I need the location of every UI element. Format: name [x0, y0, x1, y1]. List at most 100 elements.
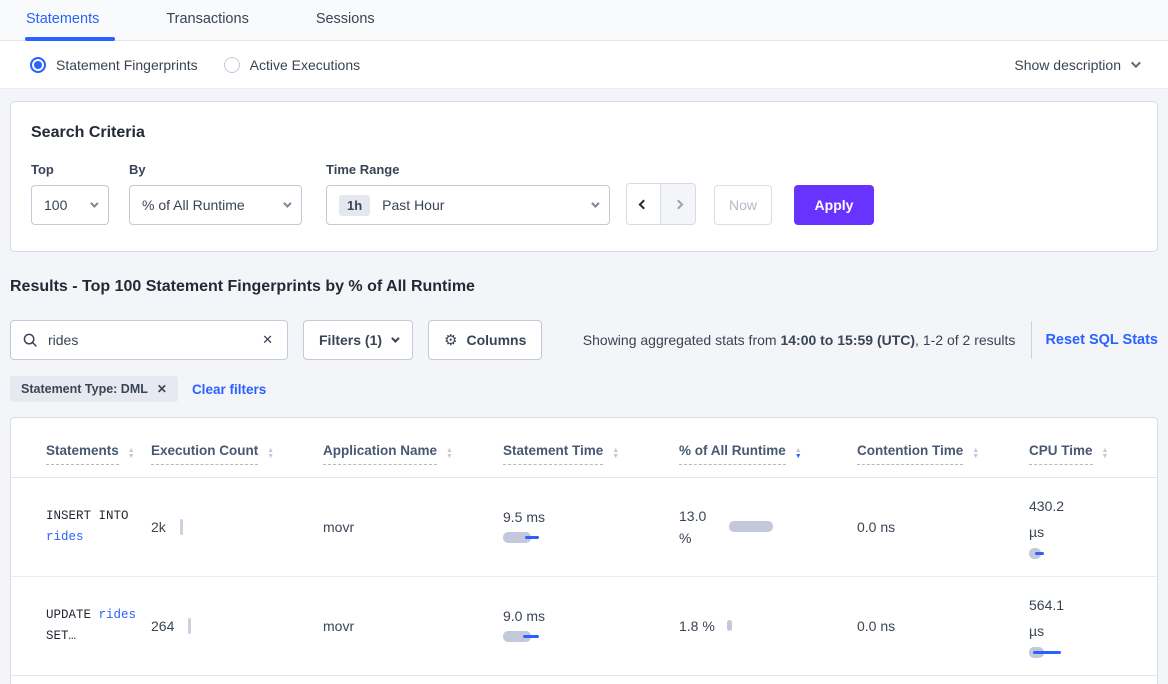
- runtime-pct-cell: 13.0 %: [679, 478, 857, 577]
- statement-time-cell: 9.5 ms: [503, 478, 679, 577]
- reset-sql-stats-link[interactable]: Reset SQL Stats: [1045, 332, 1158, 348]
- filter-pill-label: Statement Type: DML: [21, 382, 148, 396]
- by-select-value: % of All Runtime: [142, 197, 283, 213]
- top-field: Top 100: [31, 162, 109, 225]
- statement-fingerprint-cell: INSERT INTO rides: [11, 478, 151, 577]
- column-header-cpu-time[interactable]: CPU Time▲▼: [1029, 443, 1108, 465]
- runtime-pct-bar: [727, 620, 732, 631]
- search-box: ✕: [10, 320, 288, 360]
- sort-icon: ▲▼: [267, 448, 274, 460]
- column-header-runtime-pct[interactable]: % of All Runtime▲▼: [679, 443, 802, 465]
- cpu-time-cell: 564.1 µs: [1029, 576, 1157, 675]
- execution-count-cell: 264: [151, 618, 315, 634]
- chevron-down-icon: [1131, 58, 1141, 68]
- sort-icon: ▲▼: [128, 448, 135, 460]
- chevron-down-icon: [391, 334, 399, 342]
- table-row: INSERT INTO rides 2k movr 9.5 ms 13.0 % …: [11, 478, 1157, 577]
- tab-sessions[interactable]: Sessions: [316, 0, 375, 40]
- time-range-select[interactable]: 1h Past Hour: [326, 185, 610, 225]
- search-input[interactable]: [48, 332, 260, 348]
- table-row: UPDATE rides SET… 264 movr 9.0 ms 1.8 % …: [11, 576, 1157, 675]
- aggregated-stats-text: Showing aggregated stats from 14:00 to 1…: [583, 332, 1016, 348]
- column-header-statements[interactable]: Statements▲▼: [46, 443, 135, 465]
- search-icon: [23, 333, 38, 348]
- sort-icon: ▲▼: [1102, 448, 1109, 460]
- radio-active-executions[interactable]: Active Executions: [224, 57, 361, 73]
- time-range-field: Time Range 1h Past Hour: [326, 162, 610, 225]
- cpu-time-line: [1035, 552, 1044, 555]
- search-criteria-panel: Search Criteria Top 100 By % of All Runt…: [10, 101, 1158, 252]
- chevron-down-icon: [283, 199, 291, 207]
- view-toggle-bar: Statement Fingerprints Active Executions…: [0, 41, 1168, 89]
- filters-button[interactable]: Filters (1): [303, 320, 413, 360]
- column-header-application-name[interactable]: Application Name▲▼: [323, 443, 453, 465]
- columns-label: Columns: [466, 332, 526, 348]
- statement-fingerprint-cell: UPDATE rides SET…: [11, 576, 151, 675]
- sort-icon: ▲▼: [612, 448, 619, 460]
- execution-count-bar: [188, 618, 191, 634]
- search-criteria-title: Search Criteria: [31, 124, 1137, 142]
- radio-label: Statement Fingerprints: [56, 57, 198, 73]
- filter-pill-statement-type[interactable]: Statement Type: DML ✕: [10, 376, 178, 402]
- execution-count-cell: 2k: [151, 519, 315, 535]
- statement-time-line: [523, 635, 539, 638]
- cpu-time-cell: 430.2 µs: [1029, 478, 1157, 577]
- radio-statement-fingerprints[interactable]: Statement Fingerprints: [30, 57, 198, 73]
- runtime-pct-bar: [729, 521, 773, 532]
- chevron-down-icon: [90, 199, 98, 207]
- apply-button[interactable]: Apply: [794, 185, 874, 225]
- sort-icon: ▲▼: [972, 448, 979, 460]
- top-label: Top: [31, 162, 109, 177]
- divider: [1031, 321, 1032, 359]
- results-controls: ✕ Filters (1) ⚙ Columns Showing aggregat…: [10, 320, 1158, 360]
- show-description-toggle[interactable]: Show description: [1014, 57, 1138, 73]
- statement-link[interactable]: rides: [46, 530, 84, 544]
- chevron-down-icon: [591, 199, 599, 207]
- column-header-execution-count[interactable]: Execution Count▲▼: [151, 443, 274, 465]
- radio-selected-icon: [30, 57, 46, 73]
- chevron-right-icon: [673, 199, 683, 209]
- contention-time-cell: 0.0 ns: [857, 478, 1029, 577]
- statements-table: Statements▲▼ Execution Count▲▼ Applicati…: [11, 418, 1157, 676]
- time-range-badge: 1h: [339, 195, 370, 216]
- statements-table-card: Statements▲▼ Execution Count▲▼ Applicati…: [10, 417, 1158, 684]
- sort-icon-active: ▲▼: [795, 448, 802, 460]
- execution-count-bar: [180, 519, 183, 535]
- by-select[interactable]: % of All Runtime: [129, 185, 302, 225]
- remove-filter-icon[interactable]: ✕: [157, 382, 167, 396]
- tab-statements[interactable]: Statements: [26, 0, 99, 40]
- stats-time-range: 14:00 to 15:59 (UTC): [780, 332, 915, 348]
- cpu-time-line: [1033, 651, 1061, 654]
- filters-label: Filters (1): [319, 332, 382, 348]
- top-select[interactable]: 100: [31, 185, 109, 225]
- previous-time-button[interactable]: [627, 184, 661, 224]
- by-label: By: [129, 162, 302, 177]
- columns-button[interactable]: ⚙ Columns: [428, 320, 542, 360]
- top-select-value: 100: [44, 197, 90, 213]
- clear-search-icon[interactable]: ✕: [260, 332, 275, 348]
- radio-label: Active Executions: [250, 57, 361, 73]
- active-filters-row: Statement Type: DML ✕ Clear filters: [10, 376, 1158, 402]
- time-range-value: Past Hour: [382, 197, 591, 213]
- radio-unselected-icon: [224, 57, 240, 73]
- application-name-cell: movr: [323, 576, 503, 675]
- sort-icon: ▲▼: [446, 448, 453, 460]
- show-description-label: Show description: [1014, 57, 1121, 73]
- by-field: By % of All Runtime: [129, 162, 302, 225]
- gear-icon: ⚙: [444, 331, 457, 349]
- application-name-cell: movr: [323, 478, 503, 577]
- now-button[interactable]: Now: [714, 185, 772, 225]
- tab-transactions[interactable]: Transactions: [166, 0, 248, 40]
- contention-time-cell: 0.0 ns: [857, 576, 1029, 675]
- clear-filters-link[interactable]: Clear filters: [192, 382, 266, 397]
- chevron-left-icon: [639, 199, 649, 209]
- time-range-label: Time Range: [326, 162, 610, 177]
- next-time-button[interactable]: [661, 184, 695, 224]
- column-header-contention-time[interactable]: Contention Time▲▼: [857, 443, 979, 465]
- statement-link[interactable]: rides: [99, 608, 137, 622]
- statement-time-line: [525, 536, 539, 539]
- column-header-statement-time[interactable]: Statement Time▲▼: [503, 443, 619, 465]
- statement-time-cell: 9.0 ms: [503, 576, 679, 675]
- results-title: Results - Top 100 Statement Fingerprints…: [10, 278, 1158, 296]
- time-pager: [626, 183, 696, 225]
